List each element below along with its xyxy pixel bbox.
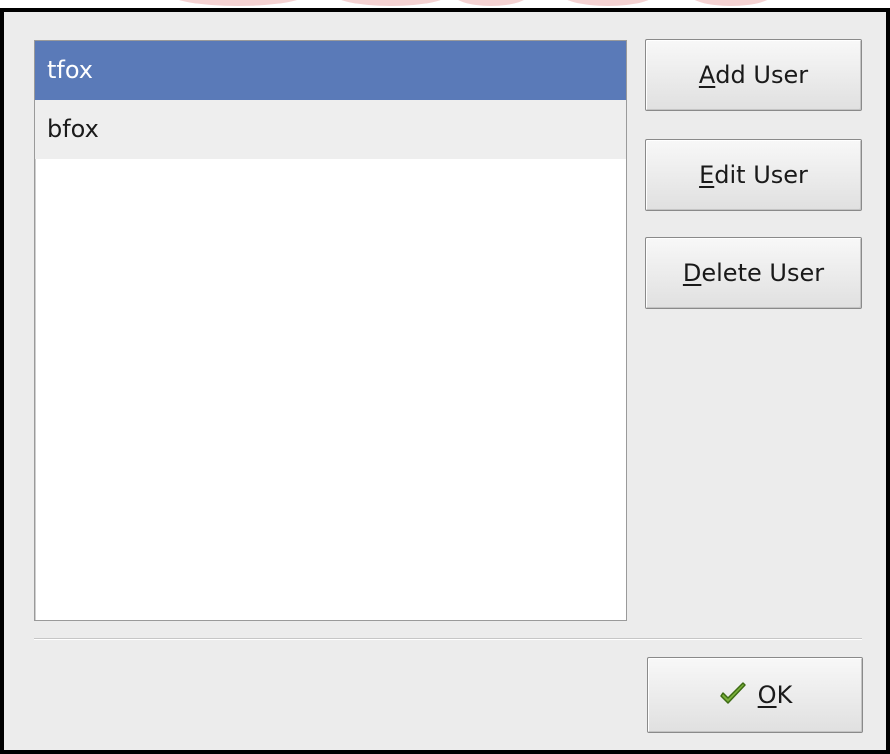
banner-decoration [452,0,530,6]
delete-user-mnemonic: D [682,259,702,287]
add-user-button[interactable]: Add User [645,39,862,111]
checkmark-icon [718,680,748,710]
edit-user-label: dit User [714,161,808,189]
edit-user-mnemonic: E [699,161,715,189]
dialog-separator [34,638,862,640]
delete-user-button[interactable]: Delete User [645,237,862,309]
edit-user-button[interactable]: Edit User [645,139,862,211]
banner-decoration [688,0,774,6]
banner-decoration [168,0,308,6]
add-user-label: dd User [715,61,809,89]
add-user-mnemonic: A [698,61,716,89]
user-list-item-tfox[interactable]: tfox [35,41,626,100]
ok-mnemonic: O [757,681,777,709]
user-list[interactable]: tfox bfox [34,40,627,621]
ok-button[interactable]: OK [647,657,863,733]
delete-user-label: elete User [701,259,825,287]
user-manager-dialog: tfox bfox Add User Edit User Delete User… [0,8,890,754]
user-list-item-bfox[interactable]: bfox [35,100,626,159]
banner-decoration [560,0,656,6]
banner-decoration [332,0,450,6]
ok-label: K [776,681,793,709]
